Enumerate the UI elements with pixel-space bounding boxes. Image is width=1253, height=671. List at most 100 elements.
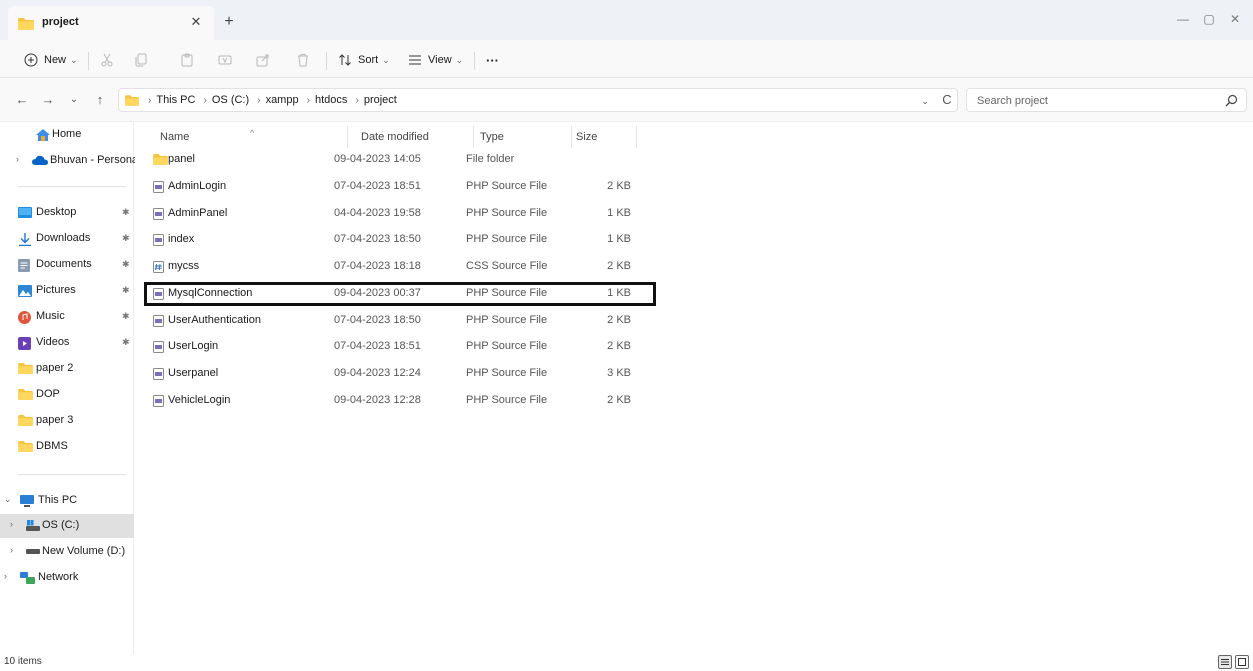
sidebar-item-paper-3[interactable]: paper 3	[0, 409, 134, 433]
chevron-right-icon[interactable]: ›	[16, 154, 26, 164]
view-button[interactable]: View ⌄	[408, 48, 463, 72]
sidebar-item-this-pc[interactable]: ⌄ This PC	[0, 489, 134, 513]
column-divider[interactable]	[473, 126, 474, 148]
address-history-icon[interactable]: ⌄	[917, 93, 933, 109]
sort-button[interactable]: Sort ⌄	[338, 48, 390, 72]
maximize-icon[interactable]: ▢	[1196, 8, 1222, 30]
sidebar-item-network[interactable]: › Network	[0, 566, 134, 590]
sidebar-item-documents[interactable]: Documents ✱	[0, 253, 134, 277]
breadcrumb-os-c[interactable]: OS (C:)	[212, 94, 249, 106]
file-row-adminpanel[interactable]: AdminPanel 04-04-2023 19:58 PHP Source F…	[145, 203, 655, 225]
folder-icon	[18, 18, 34, 30]
sidebar-item-label: Downloads	[36, 232, 91, 244]
file-row-adminlogin[interactable]: AdminLogin 07-04-2023 18:51 PHP Source F…	[145, 176, 655, 198]
sidebar-item-videos[interactable]: Videos ✱	[0, 331, 134, 355]
pin-icon[interactable]: ✱	[122, 337, 130, 348]
close-tab-icon[interactable]: ✕	[186, 12, 206, 32]
pin-icon[interactable]: ✱	[122, 207, 130, 218]
pictures-icon	[18, 285, 32, 297]
cut-button[interactable]	[100, 48, 114, 72]
chevron-down-icon: ⌄	[455, 54, 464, 65]
file-row-userauthentication[interactable]: UserAuthentication 07-04-2023 18:50 PHP …	[145, 310, 655, 332]
file-type: PHP Source File	[466, 180, 548, 192]
share-icon	[256, 54, 269, 67]
search-box[interactable]	[966, 88, 1247, 112]
pin-icon[interactable]: ✱	[122, 311, 130, 322]
toolbar-divider	[326, 52, 327, 70]
up-icon[interactable]: ↑	[90, 90, 110, 110]
back-icon[interactable]: ←	[12, 90, 32, 110]
column-divider[interactable]	[571, 126, 572, 148]
breadcrumb-project[interactable]: project	[364, 94, 397, 106]
sidebar-item-desktop[interactable]: Desktop ✱	[0, 201, 134, 225]
sidebar-item-os-c[interactable]: › OS (C:)	[0, 514, 134, 538]
sidebar-item-label: Bhuvan - Personal	[50, 154, 141, 166]
file-row-mycss[interactable]: mycss 07-04-2023 18:18 CSS Source File 2…	[145, 256, 655, 278]
file-type: PHP Source File	[466, 314, 548, 326]
pin-icon[interactable]: ✱	[122, 233, 130, 244]
download-icon	[19, 233, 31, 246]
column-divider[interactable]	[347, 126, 348, 148]
sidebar-item-music[interactable]: Music ✱	[0, 305, 134, 329]
chevron-right-icon[interactable]: ›	[10, 545, 20, 555]
sort-label: Sort	[358, 54, 379, 66]
sidebar-item-dop[interactable]: DOP	[0, 383, 134, 407]
sidebar-item-new-volume-d[interactable]: › New Volume (D:)	[0, 540, 134, 564]
file-size: 1 KB	[607, 233, 631, 245]
sidebar-item-downloads[interactable]: Downloads ✱	[0, 227, 134, 251]
breadcrumb-xampp[interactable]: xampp	[266, 94, 299, 106]
file-row-vehiclelogin[interactable]: VehicleLogin 09-04-2023 12:28 PHP Source…	[145, 390, 655, 412]
address-bar[interactable]: › This PC › OS (C:) › xampp › htdocs › projec…	[118, 88, 958, 112]
file-date: 09-04-2023 12:24	[334, 367, 421, 379]
chevron-right-icon[interactable]: ›	[10, 519, 20, 529]
paste-button[interactable]	[180, 48, 194, 72]
sidebar-item-label: DBMS	[36, 440, 68, 452]
css-file-icon	[153, 261, 164, 273]
file-row-userpanel[interactable]: Userpanel 09-04-2023 12:24 PHP Source Fi…	[145, 363, 655, 385]
close-window-icon[interactable]: ✕	[1222, 8, 1248, 30]
sidebar-item-onedrive[interactable]: › Bhuvan - Personal	[0, 149, 141, 173]
column-header-name[interactable]: Name ^	[160, 126, 254, 148]
sidebar-item-dbms[interactable]: DBMS	[0, 435, 134, 459]
new-button[interactable]: New ⌄	[24, 48, 78, 72]
minimize-icon[interactable]: —	[1170, 8, 1196, 30]
scissors-icon	[101, 53, 113, 67]
delete-button[interactable]	[296, 48, 310, 72]
file-row-panel[interactable]: panel 09-04-2023 14:05 File folder	[145, 149, 655, 171]
refresh-icon[interactable]: C	[939, 92, 955, 108]
column-divider[interactable]	[636, 126, 637, 148]
breadcrumb-this-pc[interactable]: This PC	[156, 94, 195, 106]
sidebar-item-pictures[interactable]: Pictures ✱	[0, 279, 134, 303]
column-header-type[interactable]: Type	[480, 126, 504, 148]
tiles-view-icon[interactable]	[1235, 655, 1249, 669]
file-row-mysqlconnection[interactable]: MysqlConnection 09-04-2023 00:37 PHP Sou…	[144, 282, 656, 306]
search-icon[interactable]	[1225, 94, 1238, 107]
file-row-index[interactable]: index 07-04-2023 18:50 PHP Source File 1…	[145, 229, 655, 251]
sidebar-item-label: paper 2	[36, 362, 74, 374]
rename-button[interactable]	[218, 48, 232, 72]
file-row-userlogin[interactable]: UserLogin 07-04-2023 18:51 PHP Source Fi…	[145, 336, 655, 358]
sidebar-item-home[interactable]: Home	[0, 123, 134, 147]
file-date: 09-04-2023 12:28	[334, 394, 421, 406]
forward-icon[interactable]: →	[38, 90, 58, 110]
pin-icon[interactable]: ✱	[122, 259, 130, 270]
breadcrumb-htdocs[interactable]: htdocs	[315, 94, 347, 106]
details-view-icon[interactable]	[1218, 655, 1232, 669]
sidebar-item-paper-2[interactable]: paper 2	[0, 357, 134, 381]
item-count: 10 items	[4, 656, 42, 667]
sidebar-divider	[18, 186, 126, 187]
recent-locations-icon[interactable]: ⌄	[64, 90, 84, 110]
new-tab-icon[interactable]: +	[218, 12, 240, 34]
column-header-size[interactable]: Size	[576, 126, 597, 148]
sidebar-divider	[18, 474, 126, 475]
tab-project[interactable]: project ✕	[8, 6, 214, 40]
column-header-date[interactable]: Date modified	[361, 126, 429, 148]
copy-button[interactable]	[134, 48, 148, 72]
file-date: 09-04-2023 14:05	[334, 153, 421, 165]
pin-icon[interactable]: ✱	[122, 285, 130, 296]
share-button[interactable]	[256, 48, 270, 72]
chevron-down-icon[interactable]: ⌄	[4, 494, 14, 505]
chevron-right-icon[interactable]: ›	[4, 571, 14, 581]
more-options-icon[interactable]: ···	[486, 48, 499, 72]
search-input[interactable]	[977, 93, 1207, 108]
